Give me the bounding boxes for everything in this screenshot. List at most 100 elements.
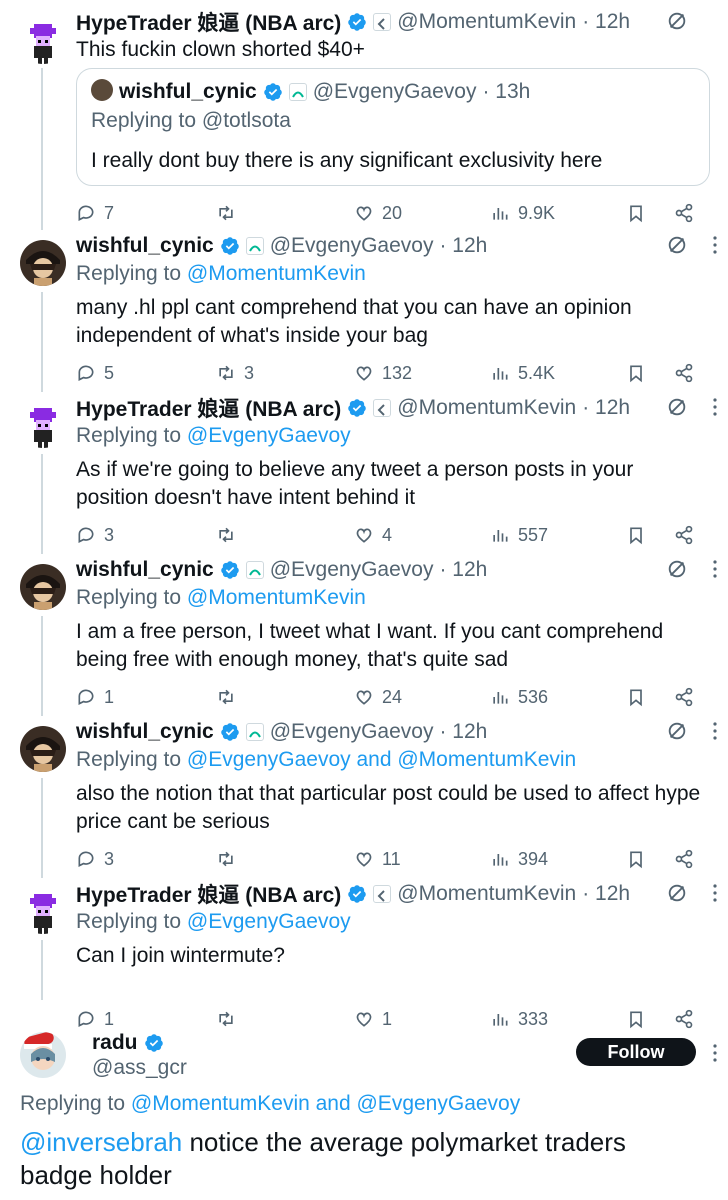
retweet-button[interactable]	[216, 846, 244, 872]
reply-to-link[interactable]: @EvgenyGaevoy and @MomentumKevin	[187, 748, 576, 771]
reply-button[interactable]: 1	[76, 684, 114, 710]
quote-reply-to: Replying to @totlsota	[91, 109, 291, 132]
more-options-icon[interactable]	[712, 720, 718, 742]
bookmark-button[interactable]	[626, 360, 654, 386]
timestamp[interactable]: · 12h	[439, 234, 487, 258]
like-button[interactable]: 4	[354, 522, 392, 548]
like-button[interactable]: 20	[354, 200, 402, 226]
quoted-tweet[interactable]: wishful_cynic @EvgenyGaevoy · 13h Replyi…	[76, 68, 710, 186]
retweet-button[interactable]	[216, 684, 244, 710]
grok-icon[interactable]	[666, 882, 688, 904]
author-name[interactable]: wishful_cynic	[76, 558, 214, 582]
action-bar: 3 4 557	[76, 522, 706, 548]
like-button[interactable]: 11	[354, 846, 401, 872]
quote-author-handle: @EvgenyGaevoy	[312, 80, 477, 103]
share-button[interactable]	[674, 360, 702, 386]
views-button[interactable]: 557	[490, 522, 548, 548]
timestamp[interactable]: · 12h	[582, 10, 630, 34]
author-handle[interactable]: @MomentumKevin	[397, 10, 576, 34]
more-options-icon[interactable]	[712, 882, 718, 904]
grok-icon[interactable]	[666, 234, 688, 256]
timestamp[interactable]: · 12h	[582, 396, 630, 420]
retweet-button[interactable]	[216, 522, 244, 548]
reply-to: Replying to @EvgenyGaevoy and @MomentumK…	[76, 748, 577, 771]
tweet[interactable]: HypeTrader 娘逼 (NBA arc) @MomentumKevin ·…	[0, 8, 728, 228]
reply-button[interactable]: 7	[76, 200, 114, 226]
grok-icon[interactable]	[666, 720, 688, 742]
more-options-icon[interactable]	[712, 396, 718, 418]
avatar[interactable]	[20, 726, 66, 772]
bookmark-button[interactable]	[626, 200, 654, 226]
views-button[interactable]: 394	[490, 846, 548, 872]
author-handle[interactable]: @EvgenyGaevoy	[270, 720, 434, 744]
reply-to-link[interactable]: @MomentumKevin	[187, 262, 366, 285]
reply-to-link[interactable]: @MomentumKevin	[187, 586, 366, 609]
author-handle[interactable]: @ass_gcr	[92, 1056, 187, 1080]
focus-text: @inversebrah notice the average polymark…	[20, 1127, 626, 1190]
tweet[interactable]: wishful_cynic @EvgenyGaevoy · 12h Replyi…	[0, 220, 728, 392]
reply-to-link[interactable]: @MomentumKevin and @EvgenyGaevoy	[131, 1092, 520, 1115]
author-name[interactable]: HypeTrader 娘逼 (NBA arc)	[76, 393, 341, 423]
reply-to-link[interactable]: @EvgenyGaevoy	[187, 910, 351, 933]
timestamp[interactable]: · 12h	[582, 882, 630, 906]
avatar[interactable]	[20, 240, 66, 286]
retweet-button[interactable]	[216, 1006, 244, 1032]
focus-header: radu	[92, 1030, 164, 1056]
reply-button[interactable]: 5	[76, 360, 114, 386]
more-options-icon[interactable]	[712, 558, 718, 580]
author-handle[interactable]: @MomentumKevin	[397, 882, 576, 906]
reply-button[interactable]: 3	[76, 522, 114, 548]
like-button[interactable]: 132	[354, 360, 412, 386]
author-name[interactable]: wishful_cynic	[76, 234, 214, 258]
grok-icon[interactable]	[666, 10, 688, 32]
retweet-button[interactable]	[216, 200, 244, 226]
reply-button[interactable]: 1	[76, 1006, 114, 1032]
share-button[interactable]	[674, 522, 702, 548]
more-options-icon[interactable]	[712, 1042, 718, 1064]
more-options-icon[interactable]	[712, 234, 718, 256]
author-name[interactable]: HypeTrader 娘逼 (NBA arc)	[76, 879, 341, 909]
grok-icon[interactable]	[666, 396, 688, 418]
grok-icon[interactable]	[666, 558, 688, 580]
avatar[interactable]	[20, 18, 66, 64]
bookmark-icon	[630, 851, 642, 869]
like-button[interactable]: 1	[354, 1006, 392, 1032]
bookmark-button[interactable]	[626, 1006, 654, 1032]
bookmark-button[interactable]	[626, 684, 654, 710]
reply-icon	[78, 365, 94, 382]
bookmark-button[interactable]	[626, 846, 654, 872]
share-button[interactable]	[674, 684, 702, 710]
views-button[interactable]: 536	[490, 684, 548, 710]
author-name[interactable]: HypeTrader 娘逼 (NBA arc)	[76, 7, 341, 37]
views-button[interactable]: 9.9K	[490, 200, 555, 226]
share-button[interactable]	[674, 1006, 702, 1032]
avatar[interactable]	[20, 888, 66, 934]
author-name[interactable]: radu	[92, 1031, 138, 1055]
avatar[interactable]	[20, 564, 66, 610]
retweet-button[interactable]: 3	[216, 360, 254, 386]
author-handle[interactable]: @MomentumKevin	[397, 396, 576, 420]
timestamp[interactable]: · 12h	[439, 558, 487, 582]
bookmark-button[interactable]	[626, 522, 654, 548]
like-button[interactable]: 24	[354, 684, 402, 710]
share-button[interactable]	[674, 200, 702, 226]
views-button[interactable]: 333	[490, 1006, 548, 1032]
reply-to-link[interactable]: @EvgenyGaevoy	[187, 424, 351, 447]
retweet-icon	[219, 365, 233, 381]
author-name[interactable]: wishful_cynic	[76, 720, 214, 744]
timestamp[interactable]: · 12h	[439, 720, 487, 744]
views-button[interactable]: 5.4K	[490, 360, 555, 386]
tweet[interactable]: wishful_cynic @EvgenyGaevoy · 12h Replyi…	[0, 544, 728, 716]
reply-button[interactable]: 3	[76, 846, 114, 872]
share-button[interactable]	[674, 846, 702, 872]
avatar[interactable]	[20, 1032, 66, 1078]
tweet[interactable]: HypeTrader 娘逼 (NBA arc) @MomentumKevin ·…	[0, 382, 728, 554]
tweet[interactable]: wishful_cynic @EvgenyGaevoy · 12h Replyi…	[0, 706, 728, 878]
mention-link[interactable]: @inversebrah	[20, 1127, 182, 1157]
author-handle[interactable]: @EvgenyGaevoy	[270, 234, 434, 258]
tweet[interactable]: HypeTrader 娘逼 (NBA arc) @MomentumKevin ·…	[0, 868, 728, 1040]
follow-button[interactable]: Follow	[576, 1038, 696, 1066]
author-handle[interactable]: @EvgenyGaevoy	[270, 558, 434, 582]
avatar[interactable]	[20, 402, 66, 448]
thread-line	[41, 868, 43, 878]
